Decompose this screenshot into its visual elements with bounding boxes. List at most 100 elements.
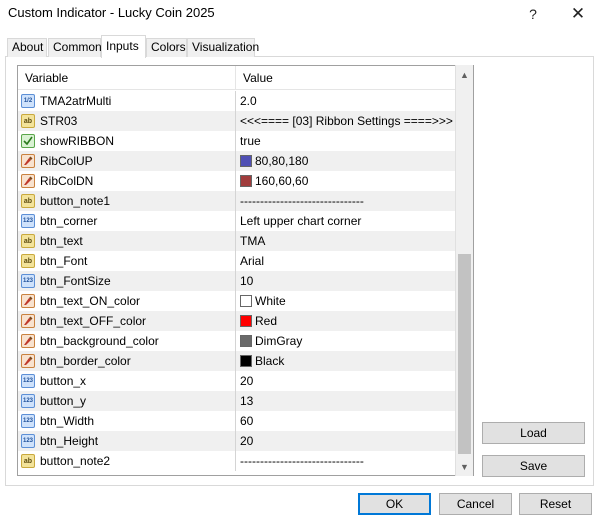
variable-name: RibColUP xyxy=(40,154,93,168)
tab-strip: About Common Inputs Colors Visualization xyxy=(0,35,597,58)
variable-value: 2.0 xyxy=(240,94,257,108)
bool-icon xyxy=(21,134,35,148)
inputs-grid: Variable Value 1/2 TMA2atrMulti 2.0 ab STR03… xyxy=(17,65,474,476)
table-row[interactable]: 123 btn_Height 20 xyxy=(18,431,456,451)
variable-value: 10 xyxy=(240,274,254,288)
table-row[interactable]: ab btn_text TMA xyxy=(18,231,456,251)
table-row[interactable]: btn_background_color DimGray xyxy=(18,331,456,351)
tab-inputs[interactable]: Inputs xyxy=(101,35,146,58)
variable-value: 20 xyxy=(240,434,254,448)
float-icon: 1/2 xyxy=(21,94,35,108)
color-icon xyxy=(21,294,35,308)
variable-name: btn_background_color xyxy=(40,334,159,348)
grid-rows: 1/2 TMA2atrMulti 2.0 ab STR03 <<<==== [03] Ri… xyxy=(18,91,456,471)
table-row[interactable]: 1/2 TMA2atrMulti 2.0 xyxy=(18,91,456,111)
value-cell[interactable]: <<<==== [03] Ribbon Settings ====>>> xyxy=(236,111,456,131)
tab-about[interactable]: About xyxy=(7,38,47,57)
reset-button[interactable]: Reset xyxy=(519,493,592,515)
color-icon xyxy=(21,174,35,188)
value-cell[interactable]: 20 xyxy=(236,371,456,391)
table-row[interactable]: 123 btn_FontSize 10 xyxy=(18,271,456,291)
variable-value: 80,80,180 xyxy=(255,154,309,168)
column-header-value[interactable]: Value xyxy=(236,66,456,90)
table-row[interactable]: btn_border_color Black xyxy=(18,351,456,371)
value-cell[interactable]: 13 xyxy=(236,391,456,411)
table-row[interactable]: RibColDN 160,60,60 xyxy=(18,171,456,191)
color-swatch xyxy=(240,155,252,167)
value-cell[interactable]: 2.0 xyxy=(236,91,456,111)
variable-name: btn_text_OFF_color xyxy=(40,314,147,328)
variable-cell: 1/2 TMA2atrMulti xyxy=(18,91,236,111)
value-cell[interactable]: Black xyxy=(236,351,456,371)
variable-value: 13 xyxy=(240,394,254,408)
variable-cell: ab button_note2 xyxy=(18,451,236,471)
table-row[interactable]: showRIBBON true xyxy=(18,131,456,151)
cancel-button[interactable]: Cancel xyxy=(439,493,512,515)
variable-cell: 123 btn_Width xyxy=(18,411,236,431)
value-cell[interactable]: ------------------------------- xyxy=(236,191,456,211)
variable-value: Arial xyxy=(240,254,265,268)
variable-name: TMA2atrMulti xyxy=(40,94,112,108)
int-icon: 123 xyxy=(21,214,35,228)
tab-common[interactable]: Common xyxy=(48,38,102,57)
value-cell[interactable]: 160,60,60 xyxy=(236,171,456,191)
string-icon: ab xyxy=(21,254,35,268)
scroll-up-icon[interactable]: ▲ xyxy=(456,66,473,83)
table-row[interactable]: btn_text_ON_color White xyxy=(18,291,456,311)
value-cell[interactable]: DimGray xyxy=(236,331,456,351)
help-button[interactable]: ? xyxy=(510,0,556,28)
table-row[interactable]: 123 button_x 20 xyxy=(18,371,456,391)
tab-colors[interactable]: Colors xyxy=(146,38,187,57)
tab-visualization[interactable]: Visualization xyxy=(187,38,259,57)
close-button[interactable]: ✕ xyxy=(555,0,597,28)
table-row[interactable]: 123 button_y 13 xyxy=(18,391,456,411)
table-row[interactable]: btn_text_OFF_color Red xyxy=(18,311,456,331)
value-cell[interactable]: TMA xyxy=(236,231,456,251)
variable-cell: 123 btn_FontSize xyxy=(18,271,236,291)
value-cell[interactable]: 10 xyxy=(236,271,456,291)
variable-cell: 123 button_x xyxy=(18,371,236,391)
vertical-scrollbar[interactable]: ▲ ▼ xyxy=(455,65,473,476)
variable-cell: ab btn_Font xyxy=(18,251,236,271)
value-cell[interactable]: Left upper chart corner xyxy=(236,211,456,231)
scrollbar-thumb[interactable] xyxy=(458,254,471,454)
table-row[interactable]: ab STR03 <<<==== [03] Ribbon Settings ====… xyxy=(18,111,456,131)
variable-cell: btn_background_color xyxy=(18,331,236,351)
int-icon: 123 xyxy=(21,374,35,388)
variable-cell: 123 button_y xyxy=(18,391,236,411)
variable-value: Left upper chart corner xyxy=(240,214,362,228)
table-row[interactable]: ab btn_Font Arial xyxy=(18,251,456,271)
variable-cell: RibColDN xyxy=(18,171,236,191)
variable-value: White xyxy=(255,294,286,308)
table-row[interactable]: ab button_note2 --------------------------… xyxy=(18,451,456,471)
variable-name: button_note2 xyxy=(40,454,111,468)
save-button[interactable]: Save xyxy=(482,455,585,477)
table-row[interactable]: 123 btn_corner Left upper chart corner xyxy=(18,211,456,231)
variable-name: btn_text xyxy=(40,234,83,248)
table-row[interactable]: RibColUP 80,80,180 xyxy=(18,151,456,171)
load-button[interactable]: Load xyxy=(482,422,585,444)
table-row[interactable]: ab button_note1 --------------------------… xyxy=(18,191,456,211)
color-swatch xyxy=(240,175,252,187)
value-cell[interactable]: true xyxy=(236,131,456,151)
value-cell[interactable]: White xyxy=(236,291,456,311)
column-header-variable[interactable]: Variable xyxy=(18,66,236,90)
table-row[interactable]: 123 btn_Width 60 xyxy=(18,411,456,431)
variable-cell: ab STR03 xyxy=(18,111,236,131)
variable-value: DimGray xyxy=(255,334,303,348)
color-swatch xyxy=(240,315,252,327)
color-icon xyxy=(21,354,35,368)
value-cell[interactable]: 80,80,180 xyxy=(236,151,456,171)
ok-button[interactable]: OK xyxy=(358,493,431,515)
grid-header: Variable Value xyxy=(18,66,456,90)
scroll-down-icon[interactable]: ▼ xyxy=(456,458,473,475)
value-cell[interactable]: 60 xyxy=(236,411,456,431)
value-cell[interactable]: Arial xyxy=(236,251,456,271)
string-icon: ab xyxy=(21,454,35,468)
variable-cell: ab btn_text xyxy=(18,231,236,251)
window-title: Custom Indicator - Lucky Coin 2025 xyxy=(8,5,215,20)
value-cell[interactable]: Red xyxy=(236,311,456,331)
value-cell[interactable]: ------------------------------- xyxy=(236,451,456,471)
value-cell[interactable]: 20 xyxy=(236,431,456,451)
variable-value: <<<==== [03] Ribbon Settings ====>>> xyxy=(240,114,453,128)
